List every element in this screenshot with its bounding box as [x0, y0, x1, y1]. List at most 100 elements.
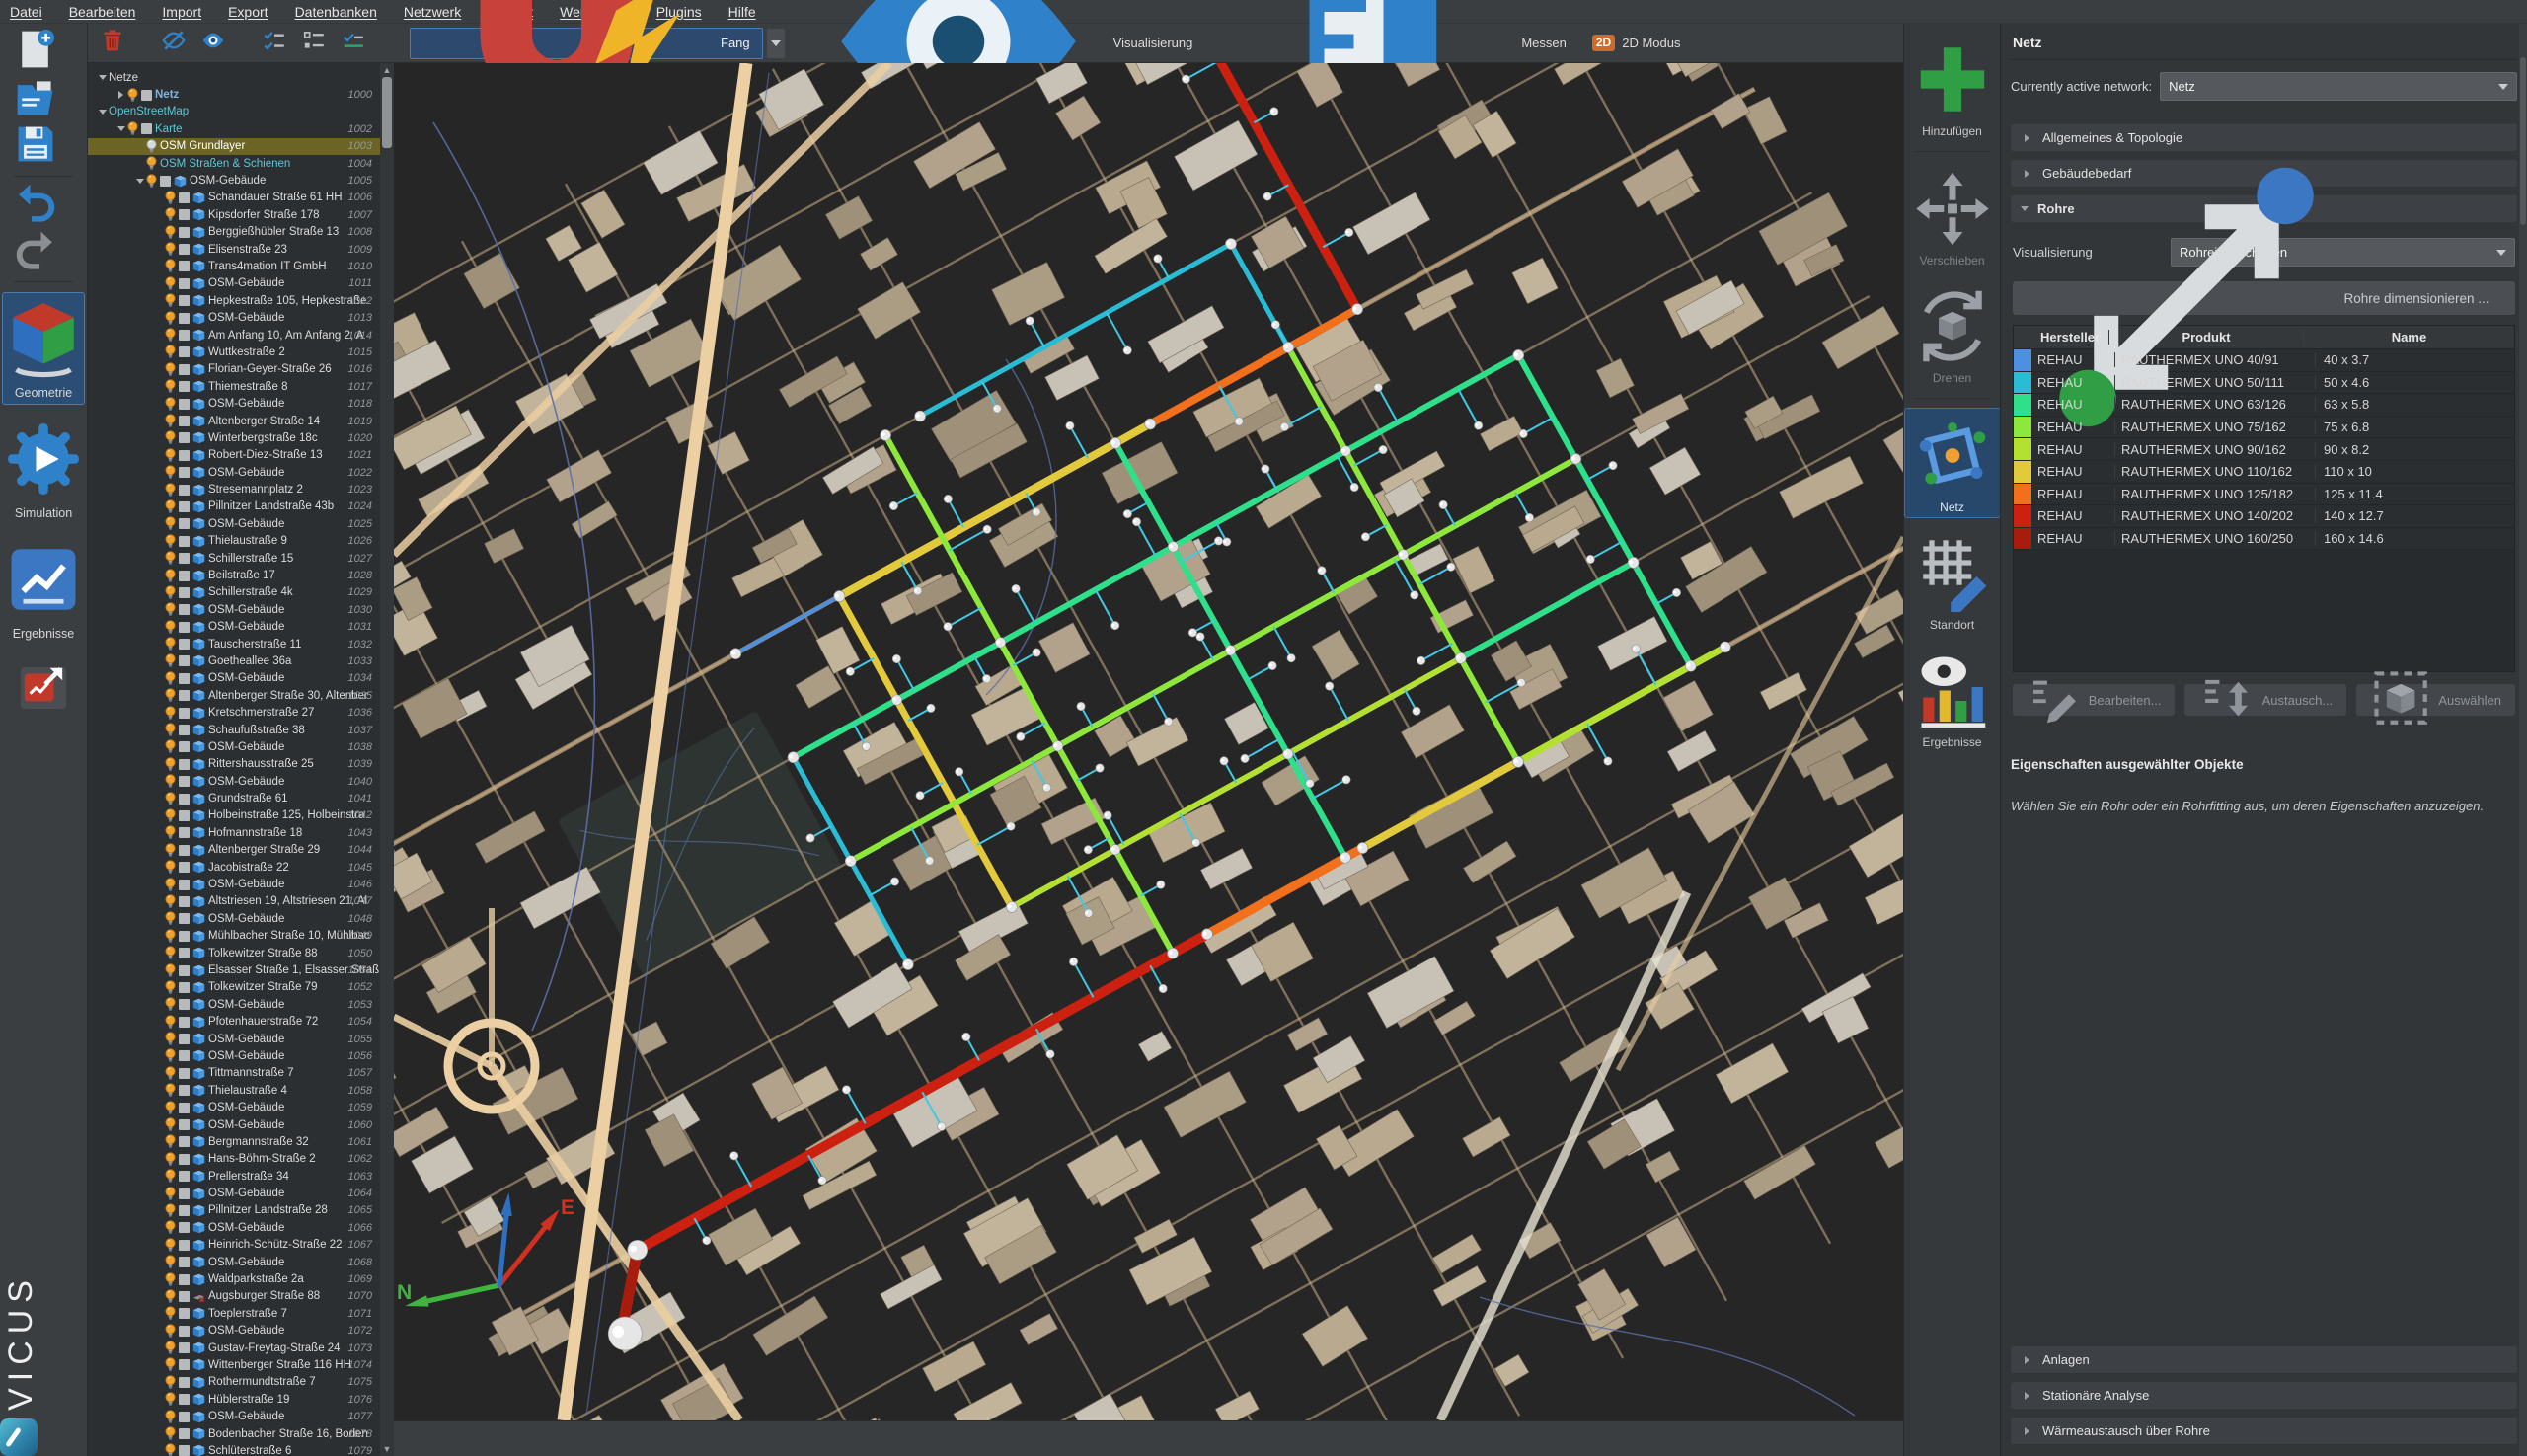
tree-item-1063[interactable]: Prellerstraße 341063	[88, 1168, 380, 1185]
tree-item-1075[interactable]: Rothermundtstraße 71075	[88, 1374, 380, 1391]
tree-item-netze[interactable]: Netze	[88, 69, 380, 86]
tree-item-1032[interactable]: Tauscherstraße 111032	[88, 636, 380, 652]
tree-item-1036[interactable]: Kretschmerstraße 271036	[88, 704, 380, 721]
checkbox[interactable]	[179, 295, 190, 306]
menu-export[interactable]: Export	[228, 4, 268, 20]
mode-simulation[interactable]: Simulation	[2, 413, 85, 525]
tree-item-1011[interactable]: OSM-Gebäude1011	[88, 275, 380, 292]
tree-item-1028[interactable]: Beilstraße 171028	[88, 567, 380, 583]
checkbox[interactable]	[179, 896, 190, 907]
scroll-up-icon[interactable]: ▲	[382, 65, 392, 75]
checkbox[interactable]	[179, 776, 190, 787]
checkbox[interactable]	[179, 381, 190, 392]
checkbox[interactable]	[179, 244, 190, 255]
tree-item-1077[interactable]: OSM-Gebäude1077	[88, 1408, 380, 1424]
redo-button[interactable]	[14, 232, 57, 271]
map-canvas[interactable]: NE	[394, 63, 1903, 1420]
rail-verschieben-button[interactable]: Verschieben	[1904, 161, 2001, 271]
checkbox[interactable]	[179, 1154, 190, 1165]
checkbox[interactable]	[179, 845, 190, 856]
checkbox[interactable]	[179, 1326, 190, 1337]
tree-item-1066[interactable]: OSM-Gebäude1066	[88, 1219, 380, 1236]
checkbox[interactable]	[179, 639, 190, 650]
collapse-icon[interactable]	[133, 175, 146, 188]
checkbox[interactable]	[179, 209, 190, 220]
tree-item-1045[interactable]: Jacobistraße 221045	[88, 859, 380, 876]
delete-button[interactable]	[100, 31, 125, 56]
tree-item-1058[interactable]: Thielaustraße 41058	[88, 1082, 380, 1099]
active-network-select[interactable]: Netz	[2160, 72, 2517, 101]
tree-item-1004[interactable]: OSM Straßen & Schienen1004	[88, 155, 380, 172]
tree-item-1018[interactable]: OSM-Gebäude1018	[88, 395, 380, 412]
tree-item-1040[interactable]: OSM-Gebäude1040	[88, 773, 380, 790]
checkbox[interactable]	[179, 587, 190, 598]
section-waermeaustausch[interactable]: Wärmeaustausch über Rohre	[2011, 1418, 2517, 1444]
tree-item-1068[interactable]: OSM-Gebäude1068	[88, 1254, 380, 1270]
tree-item-1078[interactable]: Bodenbacher Straße 16, Boden1078	[88, 1425, 380, 1442]
select-checked-button[interactable]	[262, 31, 287, 56]
undo-button[interactable]	[14, 185, 57, 224]
menu-hilfe[interactable]: Hilfe	[728, 4, 756, 20]
tree-item-1027[interactable]: Schillerstraße 151027	[88, 550, 380, 567]
map-3d-viewport[interactable]: NE	[394, 63, 1903, 1420]
tree-item-1029[interactable]: Schillerstraße 4k1029	[88, 584, 380, 601]
scroll-down-icon[interactable]: ▼	[382, 1444, 392, 1454]
checkbox[interactable]	[179, 416, 190, 426]
tree-item-1023[interactable]: Stresemannplatz 21023	[88, 481, 380, 498]
checkbox[interactable]	[179, 536, 190, 547]
snap-toggle-button[interactable]: Fang	[410, 28, 763, 59]
checkbox[interactable]	[179, 604, 190, 615]
tree-item-1060[interactable]: OSM-Gebäude1060	[88, 1116, 380, 1133]
tree-item-1072[interactable]: OSM-Gebäude1072	[88, 1323, 380, 1340]
checkbox[interactable]	[179, 913, 190, 924]
select-list-button[interactable]	[301, 31, 327, 56]
tree-item-1012[interactable]: Hepkestraße 105, Hepkestraße1012	[88, 292, 380, 309]
checkbox[interactable]	[179, 1274, 190, 1285]
tree-item-1041[interactable]: Grundstraße 611041	[88, 790, 380, 806]
checkbox[interactable]	[179, 1188, 190, 1199]
tree-item-1044[interactable]: Altenberger Straße 291044	[88, 842, 380, 859]
checkbox[interactable]	[179, 313, 190, 324]
open-project-button[interactable]	[14, 79, 57, 118]
tree-item-openstreetmap[interactable]: OpenStreetMap	[88, 104, 380, 120]
checkbox[interactable]	[141, 90, 152, 101]
tree-item-1033[interactable]: Goetheallee 36a1033	[88, 652, 380, 669]
checkbox[interactable]	[179, 1222, 190, 1233]
tree-item-1002[interactable]: Karte1002	[88, 120, 380, 137]
checkbox[interactable]	[179, 346, 190, 357]
checkbox[interactable]	[160, 176, 171, 187]
checkbox[interactable]	[179, 1085, 190, 1096]
pipe-row-rauthermex-uno-90-162[interactable]: REHAURAUTHERMEX UNO 90/16290 x 8.2	[2014, 438, 2514, 461]
checkbox[interactable]	[179, 999, 190, 1010]
checkbox[interactable]	[179, 1428, 190, 1439]
tree-item-1010[interactable]: Trans4mation IT GmbH1010	[88, 258, 380, 274]
scrollbar-handle[interactable]	[382, 77, 392, 148]
checkbox[interactable]	[179, 1103, 190, 1113]
pipe-row-rauthermex-uno-110-162[interactable]: REHAURAUTHERMEX UNO 110/162110 x 10	[2014, 461, 2514, 484]
mode-2d-button[interactable]: 2D 2D Modus	[1592, 35, 1681, 51]
rail-standort-button[interactable]: Standort	[1904, 525, 2001, 636]
tree-item-1049[interactable]: Mühlbacher Straße 10, Mühlbac1049	[88, 928, 380, 945]
tree-item-1050[interactable]: Tolkewitzer Straße 881050	[88, 945, 380, 961]
tree-item-1042[interactable]: Holbeinstraße 125, Holbeinstra1042	[88, 807, 380, 824]
tree-item-1030[interactable]: OSM-Gebäude1030	[88, 601, 380, 618]
checkbox[interactable]	[179, 330, 190, 341]
collapse-icon[interactable]	[115, 122, 127, 135]
menu-datei[interactable]: Datei	[10, 4, 42, 20]
menu-datenbanken[interactable]: Datenbanken	[295, 4, 377, 20]
tree-item-1000[interactable]: Netz1000	[88, 86, 380, 103]
tree-item-1051[interactable]: Elsasser Straße 1, Elsasser Straß1051	[88, 961, 380, 978]
tree-item-1026[interactable]: Thielaustraße 91026	[88, 533, 380, 550]
tree-item-1052[interactable]: Tolkewitzer Straße 791052	[88, 979, 380, 996]
tree-item-1024[interactable]: Pillnitzer Landstraße 43b1024	[88, 498, 380, 515]
hide-objects-button[interactable]	[161, 31, 187, 56]
pipe-row-rauthermex-uno-160-250[interactable]: REHAURAUTHERMEX UNO 160/250160 x 14.6	[2014, 528, 2514, 551]
tree-item-1020[interactable]: Winterbergstraße 18c1020	[88, 429, 380, 446]
checkbox[interactable]	[179, 1068, 190, 1079]
pipe-row-rauthermex-uno-125-182[interactable]: REHAURAUTHERMEX UNO 125/182125 x 11.4	[2014, 484, 2514, 506]
checkbox[interactable]	[179, 1377, 190, 1388]
checkbox[interactable]	[179, 810, 190, 821]
tree-item-1025[interactable]: OSM-Gebäude1025	[88, 515, 380, 532]
tree-item-1007[interactable]: Kipsdorfer Straße 1781007	[88, 206, 380, 223]
checkbox[interactable]	[179, 261, 190, 271]
